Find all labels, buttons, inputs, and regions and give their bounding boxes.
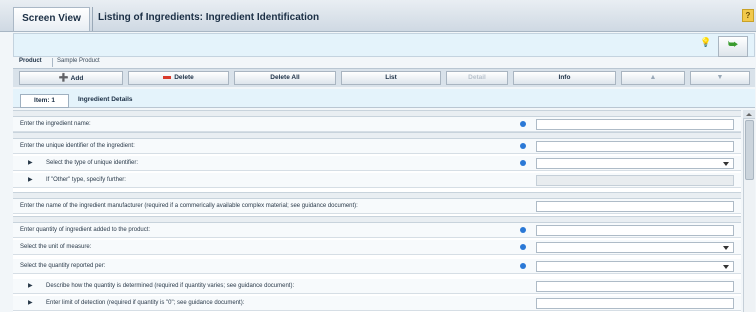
page-title: Listing of Ingredients: Ingredient Ident… bbox=[98, 12, 320, 23]
form-row-limit-detection: ▶ Enter limit of detection (required if … bbox=[13, 296, 741, 311]
manufacturer-input[interactable] bbox=[536, 201, 734, 212]
add-icon: ➕ bbox=[58, 73, 69, 82]
list-button[interactable]: List bbox=[341, 71, 441, 85]
form-row-quantity-per: Select the quantity reported per: bbox=[13, 259, 741, 274]
required-indicator bbox=[520, 160, 526, 166]
product-value: Sample Product bbox=[57, 58, 100, 64]
detail-button[interactable]: Detail bbox=[446, 71, 508, 85]
quantity-input[interactable] bbox=[536, 225, 734, 236]
row-bullet-icon: ▶ bbox=[28, 283, 33, 289]
unique-identifier-input[interactable] bbox=[536, 141, 734, 152]
product-separator bbox=[52, 58, 53, 67]
title-divider bbox=[92, 7, 93, 31]
dropdown-caret-icon bbox=[723, 246, 729, 250]
product-line: Product Sample Product bbox=[13, 58, 755, 67]
section-gap bbox=[13, 192, 741, 199]
ingredient-name-input[interactable] bbox=[536, 119, 734, 130]
dropdown-caret-icon bbox=[723, 162, 729, 166]
row-bullet-icon: ▶ bbox=[28, 160, 33, 166]
move-up-button[interactable]: ▲ bbox=[621, 71, 685, 85]
form-row-ingredient-name: Enter the ingredient name: bbox=[13, 117, 741, 132]
other-type-input[interactable] bbox=[536, 175, 734, 186]
other-type-label: If "Other" type, specify further: bbox=[46, 177, 126, 183]
limit-detection-input[interactable] bbox=[536, 298, 734, 309]
add-button[interactable]: ➕ Add bbox=[19, 71, 123, 85]
screen-view-tab[interactable]: Screen View bbox=[13, 7, 90, 31]
quantity-method-input[interactable] bbox=[536, 281, 734, 292]
delete-button[interactable]: Delete bbox=[128, 71, 229, 85]
row-bullet-icon: ▶ bbox=[28, 177, 33, 183]
required-indicator bbox=[520, 227, 526, 233]
product-label: Product bbox=[19, 58, 42, 64]
required-indicator bbox=[520, 244, 526, 250]
form-row-manufacturer: Enter the name of the ingredient manufac… bbox=[13, 199, 741, 214]
form-row-unique-identifier: Enter the unique identifier of the ingre… bbox=[13, 139, 741, 154]
export-button[interactable]: ⮩ bbox=[718, 36, 748, 57]
tab-item[interactable]: Item: 1 bbox=[20, 94, 69, 108]
quantity-method-label: Describe how the quantity is determined … bbox=[46, 283, 295, 289]
form-row-quantity: Enter quantity of ingredient added to th… bbox=[13, 223, 741, 238]
tab-ingredient-details[interactable]: Ingredient Details bbox=[78, 96, 133, 103]
required-indicator bbox=[520, 143, 526, 149]
row-bullet-icon: ▶ bbox=[28, 300, 33, 306]
help-icon[interactable]: ? bbox=[742, 9, 754, 22]
form-row-quantity-method: ▶ Describe how the quantity is determine… bbox=[13, 279, 741, 294]
scroll-up-button[interactable] bbox=[743, 110, 755, 119]
required-indicator bbox=[520, 263, 526, 269]
delete-all-button[interactable]: Delete All bbox=[234, 71, 336, 85]
form-row-identifier-type: ▶ Select the type of unique identifier: bbox=[13, 156, 741, 171]
down-arrow-icon: ▼ bbox=[716, 74, 724, 81]
info-button[interactable]: Info bbox=[513, 71, 616, 85]
identifier-type-label: Select the type of unique identifier: bbox=[46, 160, 139, 166]
delete-icon bbox=[163, 75, 172, 79]
section-gap bbox=[13, 216, 741, 223]
ingredient-name-label: Enter the ingredient name: bbox=[20, 121, 91, 127]
unit-label: Select the unit of measure: bbox=[20, 244, 92, 250]
dropdown-caret-icon bbox=[723, 265, 729, 269]
limit-detection-label: Enter limit of detection (required if qu… bbox=[46, 300, 245, 306]
quantity-per-select[interactable] bbox=[536, 261, 734, 272]
form-row-other-type: ▶ If "Other" type, specify further: bbox=[13, 173, 741, 188]
lightbulb-icon[interactable]: 💡 bbox=[700, 37, 711, 48]
form-row-unit: Select the unit of measure: bbox=[13, 240, 741, 255]
unique-identifier-label: Enter the unique identifier of the ingre… bbox=[20, 143, 135, 149]
top-panel bbox=[13, 33, 755, 57]
move-down-button[interactable]: ▼ bbox=[690, 71, 750, 85]
manufacturer-label: Enter the name of the ingredient manufac… bbox=[20, 203, 358, 209]
section-gap bbox=[13, 132, 741, 139]
quantity-label: Enter quantity of ingredient added to th… bbox=[20, 227, 151, 233]
delete-button-label: Delete bbox=[174, 74, 194, 81]
quantity-per-label: Select the quantity reported per: bbox=[20, 263, 106, 269]
export-arrow-icon: ⮩ bbox=[728, 39, 739, 51]
up-arrow-icon: ▲ bbox=[649, 74, 657, 81]
required-indicator bbox=[520, 121, 526, 127]
section-gap bbox=[13, 110, 741, 117]
add-button-label: Add bbox=[70, 75, 84, 82]
identifier-type-select[interactable] bbox=[536, 158, 734, 169]
unit-select[interactable] bbox=[536, 242, 734, 253]
scrollbar-thumb[interactable] bbox=[745, 120, 754, 180]
